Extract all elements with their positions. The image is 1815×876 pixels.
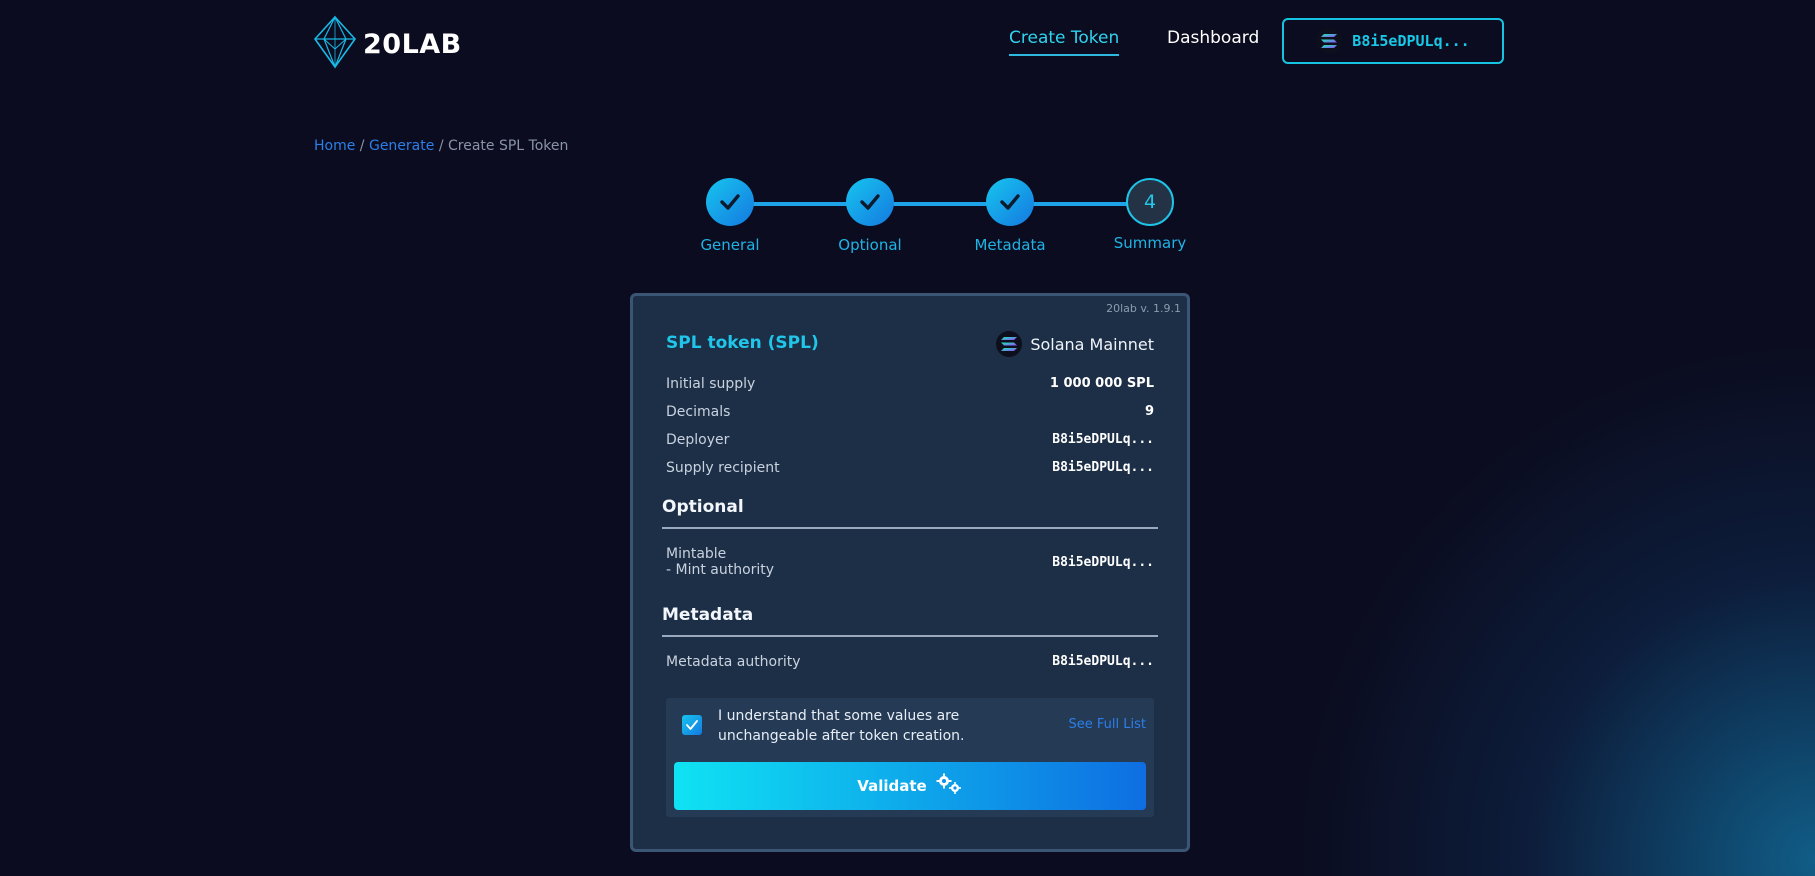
step-metadata[interactable]: Metadata — [940, 178, 1080, 254]
row-label: Metadata authority — [666, 654, 801, 670]
nav-dashboard[interactable]: Dashboard — [1167, 28, 1259, 48]
summary-row: Metadata authority B8i5eDPULq... — [666, 654, 1154, 670]
breadcrumb-current: Create SPL Token — [447, 138, 569, 154]
progress-stepper: General Optional Metadata 4 Summary — [660, 178, 1186, 258]
step-label: General — [700, 236, 760, 254]
top-navbar: 20LAB Create Token Dashboard B8i5eDPULq.… — [0, 0, 1815, 84]
section-divider — [662, 527, 1158, 529]
row-value: 9 — [1144, 404, 1154, 419]
wallet-button[interactable]: B8i5eDPULq... — [1282, 18, 1504, 64]
step-optional[interactable]: Optional — [800, 178, 940, 254]
token-title: SPL token (SPL) — [666, 333, 819, 353]
row-label-line: Mintable — [666, 546, 727, 562]
step-label: Summary — [1113, 234, 1187, 252]
row-label-line: - Mint authority — [666, 562, 775, 578]
summary-row: Decimals 9 — [666, 404, 1154, 420]
confirmation-box: I understand that some values are unchan… — [666, 698, 1154, 817]
summary-card: 20lab v. 1.9.1 SPL token (SPL) Solana Ma… — [630, 293, 1190, 852]
section-divider — [662, 635, 1158, 637]
logo-text: 20LAB — [363, 28, 462, 60]
solana-icon — [1316, 28, 1343, 54]
row-label: Mintable - Mint authority — [666, 546, 774, 578]
wallet-address: B8i5eDPULq... — [1352, 32, 1470, 50]
nav-create-token[interactable]: Create Token — [1009, 28, 1120, 56]
validate-label: Validate — [857, 777, 927, 795]
solana-icon — [996, 331, 1023, 357]
row-value: B8i5eDPULq... — [1052, 432, 1154, 447]
network-name: Solana Mainnet — [1030, 334, 1154, 354]
step-label: Optional — [838, 236, 902, 254]
check-icon — [686, 720, 698, 730]
summary-row: Mintable - Mint authority B8i5eDPULq... — [666, 546, 1154, 578]
see-full-list-link[interactable]: See Full List — [1069, 717, 1146, 732]
step-number: 4 — [1126, 178, 1174, 226]
step-general[interactable]: General — [660, 178, 800, 254]
row-label: Decimals — [666, 404, 731, 420]
step-label: Metadata — [974, 236, 1046, 254]
summary-row: Supply recipient B8i5eDPULq... — [666, 460, 1154, 476]
step-summary[interactable]: 4 Summary — [1080, 178, 1220, 252]
row-value: B8i5eDPULq... — [1052, 460, 1154, 475]
row-label: Supply recipient — [666, 460, 780, 476]
confirm-text: I understand that some values are unchan… — [718, 708, 965, 744]
row-value: 1 000 000 SPL — [1049, 376, 1154, 391]
network-indicator: Solana Mainnet — [996, 331, 1154, 357]
row-value: B8i5eDPULq... — [1052, 554, 1154, 570]
logo-diamond-icon — [313, 15, 357, 73]
check-icon — [986, 178, 1034, 226]
check-icon — [706, 178, 754, 226]
confirm-checkbox[interactable] — [682, 715, 702, 735]
breadcrumb: Home / Generate / Create SPL Token — [314, 138, 568, 154]
validate-button[interactable]: Validate — [674, 762, 1146, 810]
section-title-optional: Optional — [662, 497, 744, 517]
gears-icon — [935, 773, 963, 799]
summary-row: Deployer B8i5eDPULq... — [666, 432, 1154, 448]
version-label: 20lab v. 1.9.1 — [1106, 302, 1181, 315]
row-value: B8i5eDPULq... — [1052, 654, 1154, 669]
row-label: Initial supply — [666, 376, 756, 392]
breadcrumb-separator: / — [359, 138, 365, 154]
logo[interactable]: 20LAB — [313, 15, 462, 73]
breadcrumb-home[interactable]: Home — [314, 138, 355, 154]
breadcrumb-generate[interactable]: Generate — [369, 138, 434, 154]
row-label: Deployer — [666, 432, 730, 448]
section-title-metadata: Metadata — [662, 605, 754, 625]
breadcrumb-separator: / — [438, 138, 444, 154]
check-icon — [846, 178, 894, 226]
summary-row: Initial supply 1 000 000 SPL — [666, 376, 1154, 392]
